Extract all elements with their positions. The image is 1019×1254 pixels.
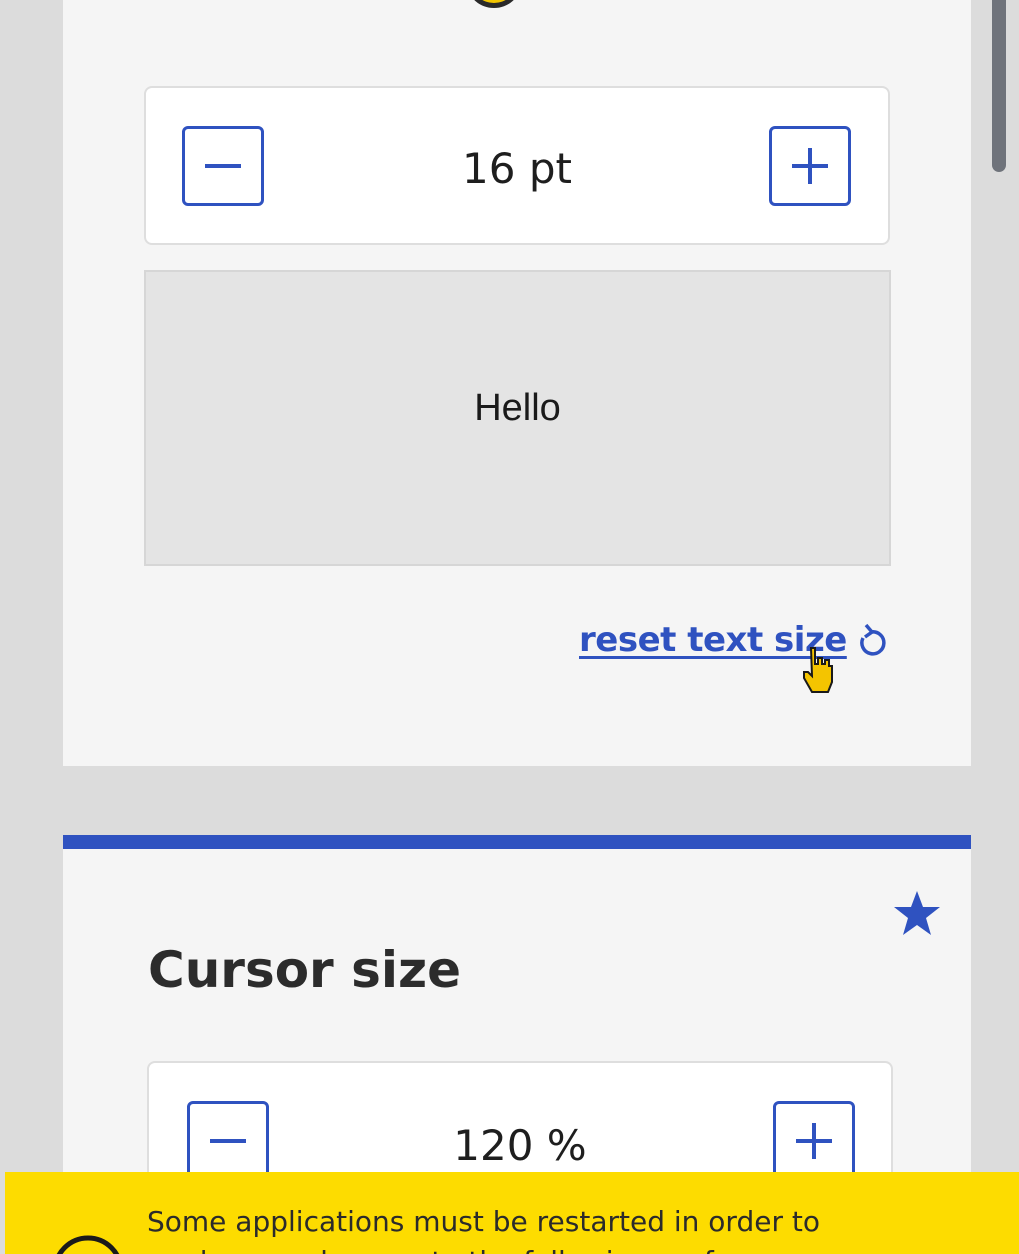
scrollbar-thumb[interactable]	[992, 0, 1006, 172]
hand-cursor-icon	[803, 647, 833, 693]
text-size-preview: Hello	[144, 270, 891, 566]
restart-notice: Some applications must be restarted in o…	[5, 1172, 1019, 1254]
notice-line-1: Some applications must be restarted in o…	[147, 1205, 820, 1238]
increase-text-size-button[interactable]	[769, 126, 851, 206]
undo-icon[interactable]	[853, 622, 889, 662]
text-size-icon	[468, 0, 520, 8]
increase-cursor-size-button[interactable]	[773, 1101, 855, 1181]
preferences-panel: 16 pt Hello reset text size Cursor size	[0, 0, 1019, 1254]
plus-icon	[796, 1123, 832, 1159]
text-size-card: 16 pt Hello reset text size	[63, 0, 971, 766]
star-icon[interactable]	[892, 889, 942, 937]
text-size-stepper: 16 pt	[144, 86, 890, 245]
plus-icon	[792, 148, 828, 184]
scrollbar-track[interactable]	[988, 0, 1010, 1254]
notice-text: Some applications must be restarted in o…	[147, 1202, 1007, 1254]
info-icon	[56, 1235, 120, 1254]
preview-text: Hello	[474, 387, 561, 429]
cursor-size-title: Cursor size	[148, 941, 462, 999]
notice-line-2: apply your changes to the following pref…	[147, 1242, 1007, 1254]
